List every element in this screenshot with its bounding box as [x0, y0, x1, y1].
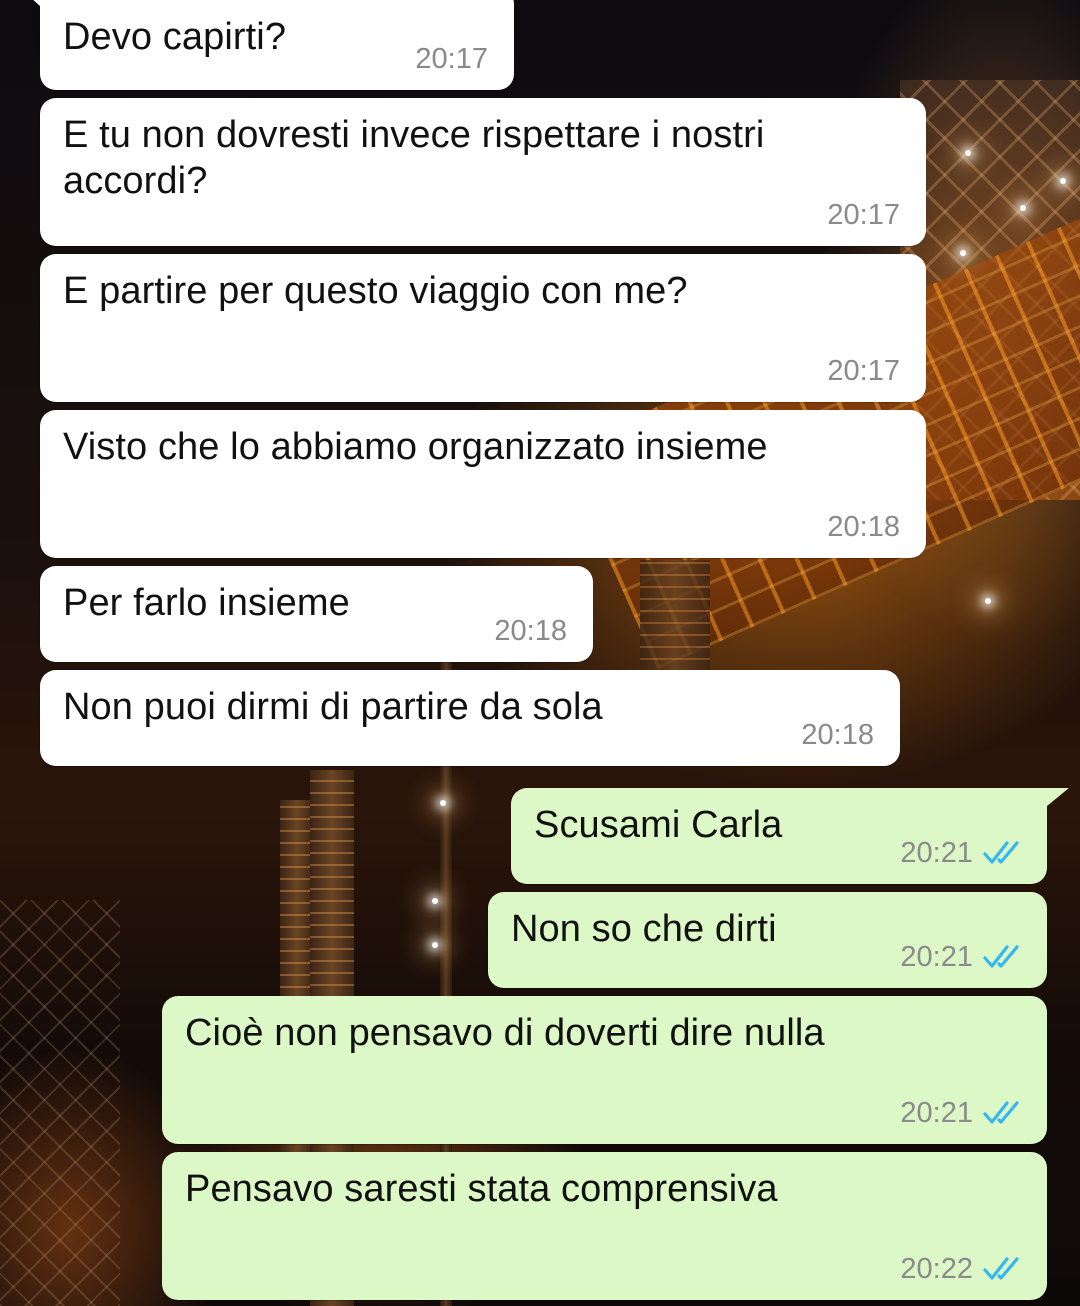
message-time: 20:21 — [900, 1097, 973, 1129]
message-text: E tu non dovresti invece rispettare i no… — [63, 114, 765, 202]
message-text: Visto che lo abbiamo organizzato insieme — [63, 426, 768, 468]
outgoing-message[interactable]: Scusami Carla 20:21 — [511, 788, 1069, 884]
message-time: 20:21 — [900, 941, 973, 973]
message-meta: 20:17 — [827, 198, 900, 232]
incoming-message[interactable]: Visto che lo abbiamo organizzato insieme… — [40, 410, 926, 558]
message-time: 20:18 — [827, 511, 900, 543]
message-time: 20:17 — [827, 355, 900, 387]
message-text: Per farlo insieme — [63, 582, 350, 624]
message-text: Scusami Carla — [534, 804, 783, 846]
message-meta: 20:21 — [900, 836, 1025, 870]
message-time: 20:17 — [827, 199, 900, 231]
double-check-read-icon — [983, 945, 1019, 968]
message-time: 20:22 — [900, 1253, 973, 1285]
incoming-message[interactable]: Non puoi dirmi di partire da sola 20:18 — [40, 670, 900, 766]
incoming-message[interactable]: E partire per questo viaggio con me? 20:… — [40, 254, 926, 402]
outgoing-message[interactable]: Pensavo saresti stata comprensiva 20:22 — [162, 1152, 1047, 1300]
message-time: 20:18 — [801, 719, 874, 751]
message-text: Non so che dirti — [511, 908, 777, 950]
incoming-message[interactable]: Per farlo insieme 20:18 — [40, 566, 593, 662]
outgoing-message[interactable]: Non so che dirti 20:21 — [488, 892, 1047, 988]
message-text: Cioè non pensavo di doverti dire nulla — [185, 1012, 825, 1054]
message-text: E partire per questo viaggio con me? — [63, 270, 688, 312]
message-time: 20:18 — [494, 615, 567, 647]
double-check-read-icon — [983, 1257, 1019, 1280]
message-meta: 20:18 — [801, 718, 874, 752]
message-text: Pensavo saresti stata comprensiva — [185, 1168, 778, 1210]
message-time: 20:21 — [900, 837, 973, 869]
message-meta: 20:17 — [415, 42, 488, 76]
double-check-read-icon — [983, 841, 1019, 864]
message-meta: 20:22 — [900, 1252, 1025, 1286]
message-meta: 20:17 — [827, 354, 900, 388]
message-time: 20:17 — [415, 43, 488, 75]
message-meta: 20:21 — [900, 1096, 1025, 1130]
incoming-message[interactable]: E tu non dovresti invece rispettare i no… — [40, 98, 926, 246]
double-check-read-icon — [983, 1101, 1019, 1124]
message-meta: 20:21 — [900, 940, 1025, 974]
message-text: Non puoi dirmi di partire da sola — [63, 686, 603, 728]
message-meta: 20:18 — [827, 510, 900, 544]
conversation: Devo capirti? 20:17 E tu non dovresti in… — [0, 0, 1080, 1306]
message-text: Devo capirti? — [63, 16, 287, 58]
outgoing-message[interactable]: Cioè non pensavo di doverti dire nulla 2… — [162, 996, 1047, 1144]
message-meta: 20:18 — [494, 614, 567, 648]
incoming-message[interactable]: Devo capirti? 20:17 — [20, 0, 514, 90]
